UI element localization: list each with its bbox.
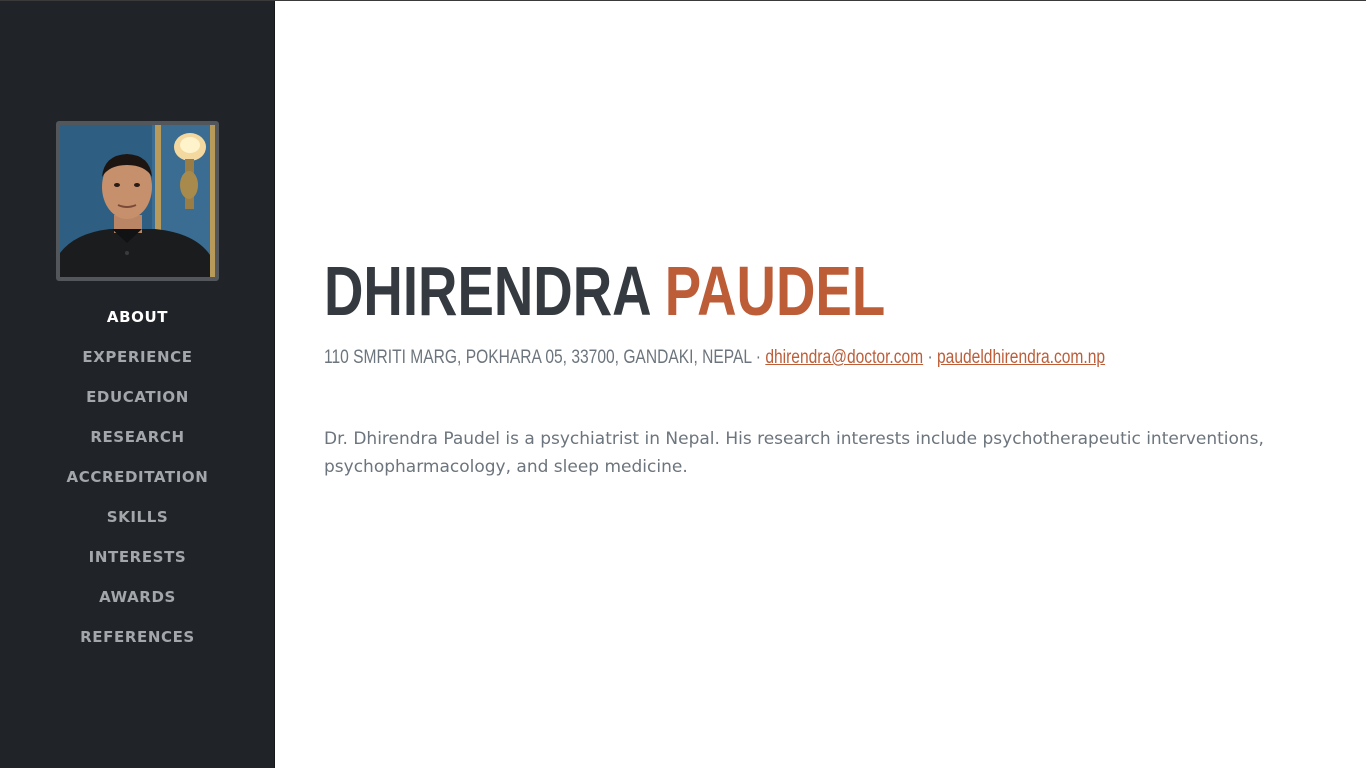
sidebar: ABOUT EXPERIENCE EDUCATION RESEARCH ACCR… bbox=[0, 1, 275, 768]
avatar[interactable] bbox=[56, 121, 219, 281]
bio-text: Dr. Dhirendra Paudel is a psychiatrist i… bbox=[324, 429, 1264, 477]
page: ABOUT EXPERIENCE EDUCATION RESEARCH ACCR… bbox=[0, 0, 1366, 768]
website-link[interactable]: paudeldhirendra.com.np bbox=[937, 347, 1105, 368]
separator: · bbox=[755, 347, 761, 368]
nav-item-awards[interactable]: AWARDS bbox=[0, 577, 275, 617]
first-name: DHIRENDRA bbox=[324, 252, 650, 330]
nav-item-skills[interactable]: SKILLS bbox=[0, 497, 275, 537]
sidebar-nav: ABOUT EXPERIENCE EDUCATION RESEARCH ACCR… bbox=[0, 297, 275, 657]
nav-item-research[interactable]: RESEARCH bbox=[0, 417, 275, 457]
separator: · bbox=[927, 347, 933, 368]
nav-item-interests[interactable]: INTERESTS bbox=[0, 537, 275, 577]
address: 110 SMRITI MARG, POKHARA 05, 33700, GAND… bbox=[324, 347, 752, 368]
nav-item-references[interactable]: REFERENCES bbox=[0, 617, 275, 657]
last-name: PAUDEL bbox=[664, 252, 886, 330]
nav-item-accreditation[interactable]: ACCREDITATION bbox=[0, 457, 275, 497]
contact-line: 110 SMRITI MARG, POKHARA 05, 33700, GAND… bbox=[324, 344, 1105, 372]
nav-item-education[interactable]: EDUCATION bbox=[0, 377, 275, 417]
avatar-photo bbox=[60, 125, 215, 277]
page-title: DHIRENDRA PAUDEL bbox=[324, 241, 885, 341]
nav-item-about[interactable]: ABOUT bbox=[0, 297, 275, 337]
nav-item-experience[interactable]: EXPERIENCE bbox=[0, 337, 275, 377]
email-link[interactable]: dhirendra@doctor.com bbox=[765, 347, 923, 368]
